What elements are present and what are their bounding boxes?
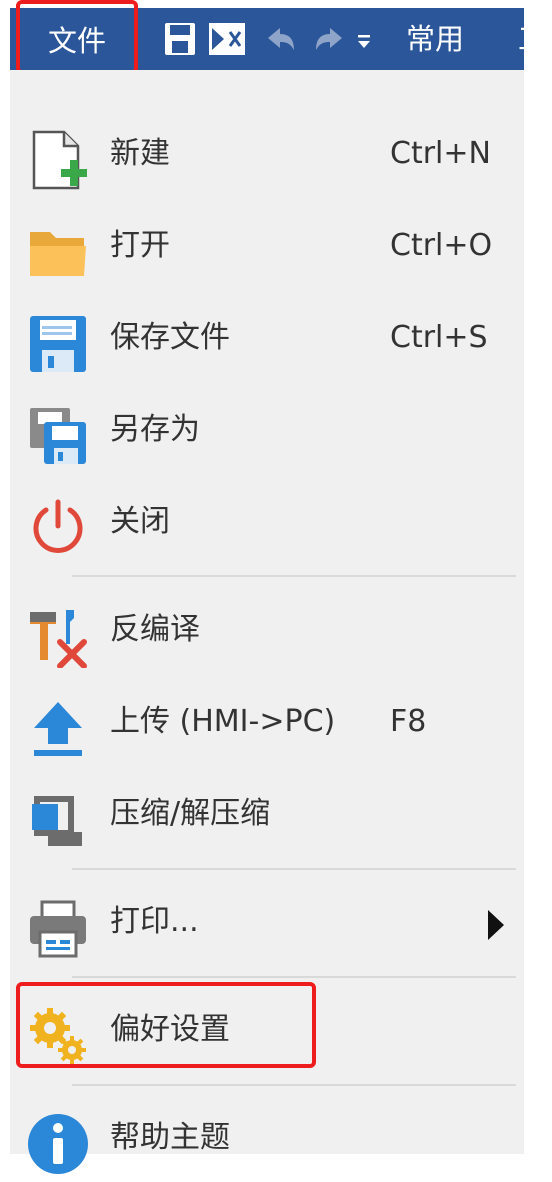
folder-icon <box>30 232 86 276</box>
tab-next-partial[interactable]: 工 <box>518 8 524 70</box>
tab-common[interactable]: 常用 <box>406 8 464 70</box>
shortcut-text: Ctrl+O <box>390 228 493 263</box>
menu-separator <box>72 1084 516 1086</box>
menu-separator <box>72 575 516 577</box>
save-icon[interactable] <box>164 22 196 56</box>
new-file-icon <box>32 130 87 190</box>
menu-item-label: 保存文件 <box>110 320 230 355</box>
info-icon <box>28 1114 88 1174</box>
menu-item-label: 帮助主题 <box>110 1120 230 1155</box>
menu-item-label: 关闭 <box>110 504 170 539</box>
preferences-highlight <box>16 982 316 1068</box>
save-as-icon <box>30 408 86 464</box>
menu-item-decompile[interactable]: 反编译 <box>10 586 524 674</box>
menu-item-label: 新建 <box>110 136 170 171</box>
printer-icon <box>30 900 86 958</box>
menu-item-label: 反编译 <box>110 612 200 647</box>
menu-item-open[interactable]: 打开 Ctrl+O <box>10 202 524 290</box>
menu-separator <box>72 868 516 870</box>
menu-item-save-as[interactable]: 另存为 <box>10 386 524 474</box>
shortcut-text: Ctrl+N <box>390 136 491 171</box>
shortcut-text: Ctrl+S <box>390 320 488 355</box>
floppy-disk-icon <box>30 316 86 372</box>
shortcut-text: F8 <box>390 704 427 739</box>
menu-item-help[interactable]: 帮助主题 <box>10 1094 524 1182</box>
menu-item-upload[interactable]: 上传 (HMI->PC) F8 <box>10 678 524 766</box>
menu-item-label: 压缩/解压缩 <box>110 796 271 831</box>
power-icon <box>33 499 83 553</box>
menu-item-close[interactable]: 关闭 <box>10 478 524 566</box>
upload-arrow-icon <box>34 702 82 756</box>
menu-item-print[interactable]: 打印... <box>10 878 524 966</box>
menu-item-label: 上传 (HMI->PC) <box>110 704 336 739</box>
file-tab-highlight <box>16 0 138 74</box>
submenu-arrow-icon <box>488 910 504 940</box>
export-icon[interactable] <box>208 22 246 56</box>
menu-item-compress[interactable]: 压缩/解压缩 <box>10 770 524 858</box>
redo-icon[interactable] <box>312 22 346 56</box>
menu-item-label: 另存为 <box>110 412 200 447</box>
menu-item-label: 打开 <box>110 228 170 263</box>
menu-item-save[interactable]: 保存文件 Ctrl+S <box>10 294 524 382</box>
menu-separator <box>72 976 516 978</box>
compress-icon <box>32 796 82 846</box>
menu-item-new[interactable]: 新建 Ctrl+N <box>10 110 524 198</box>
tools-icon <box>30 610 87 668</box>
customize-dropdown-icon[interactable] <box>354 22 374 56</box>
undo-icon[interactable] <box>264 22 298 56</box>
menu-item-label: 打印... <box>110 904 199 939</box>
